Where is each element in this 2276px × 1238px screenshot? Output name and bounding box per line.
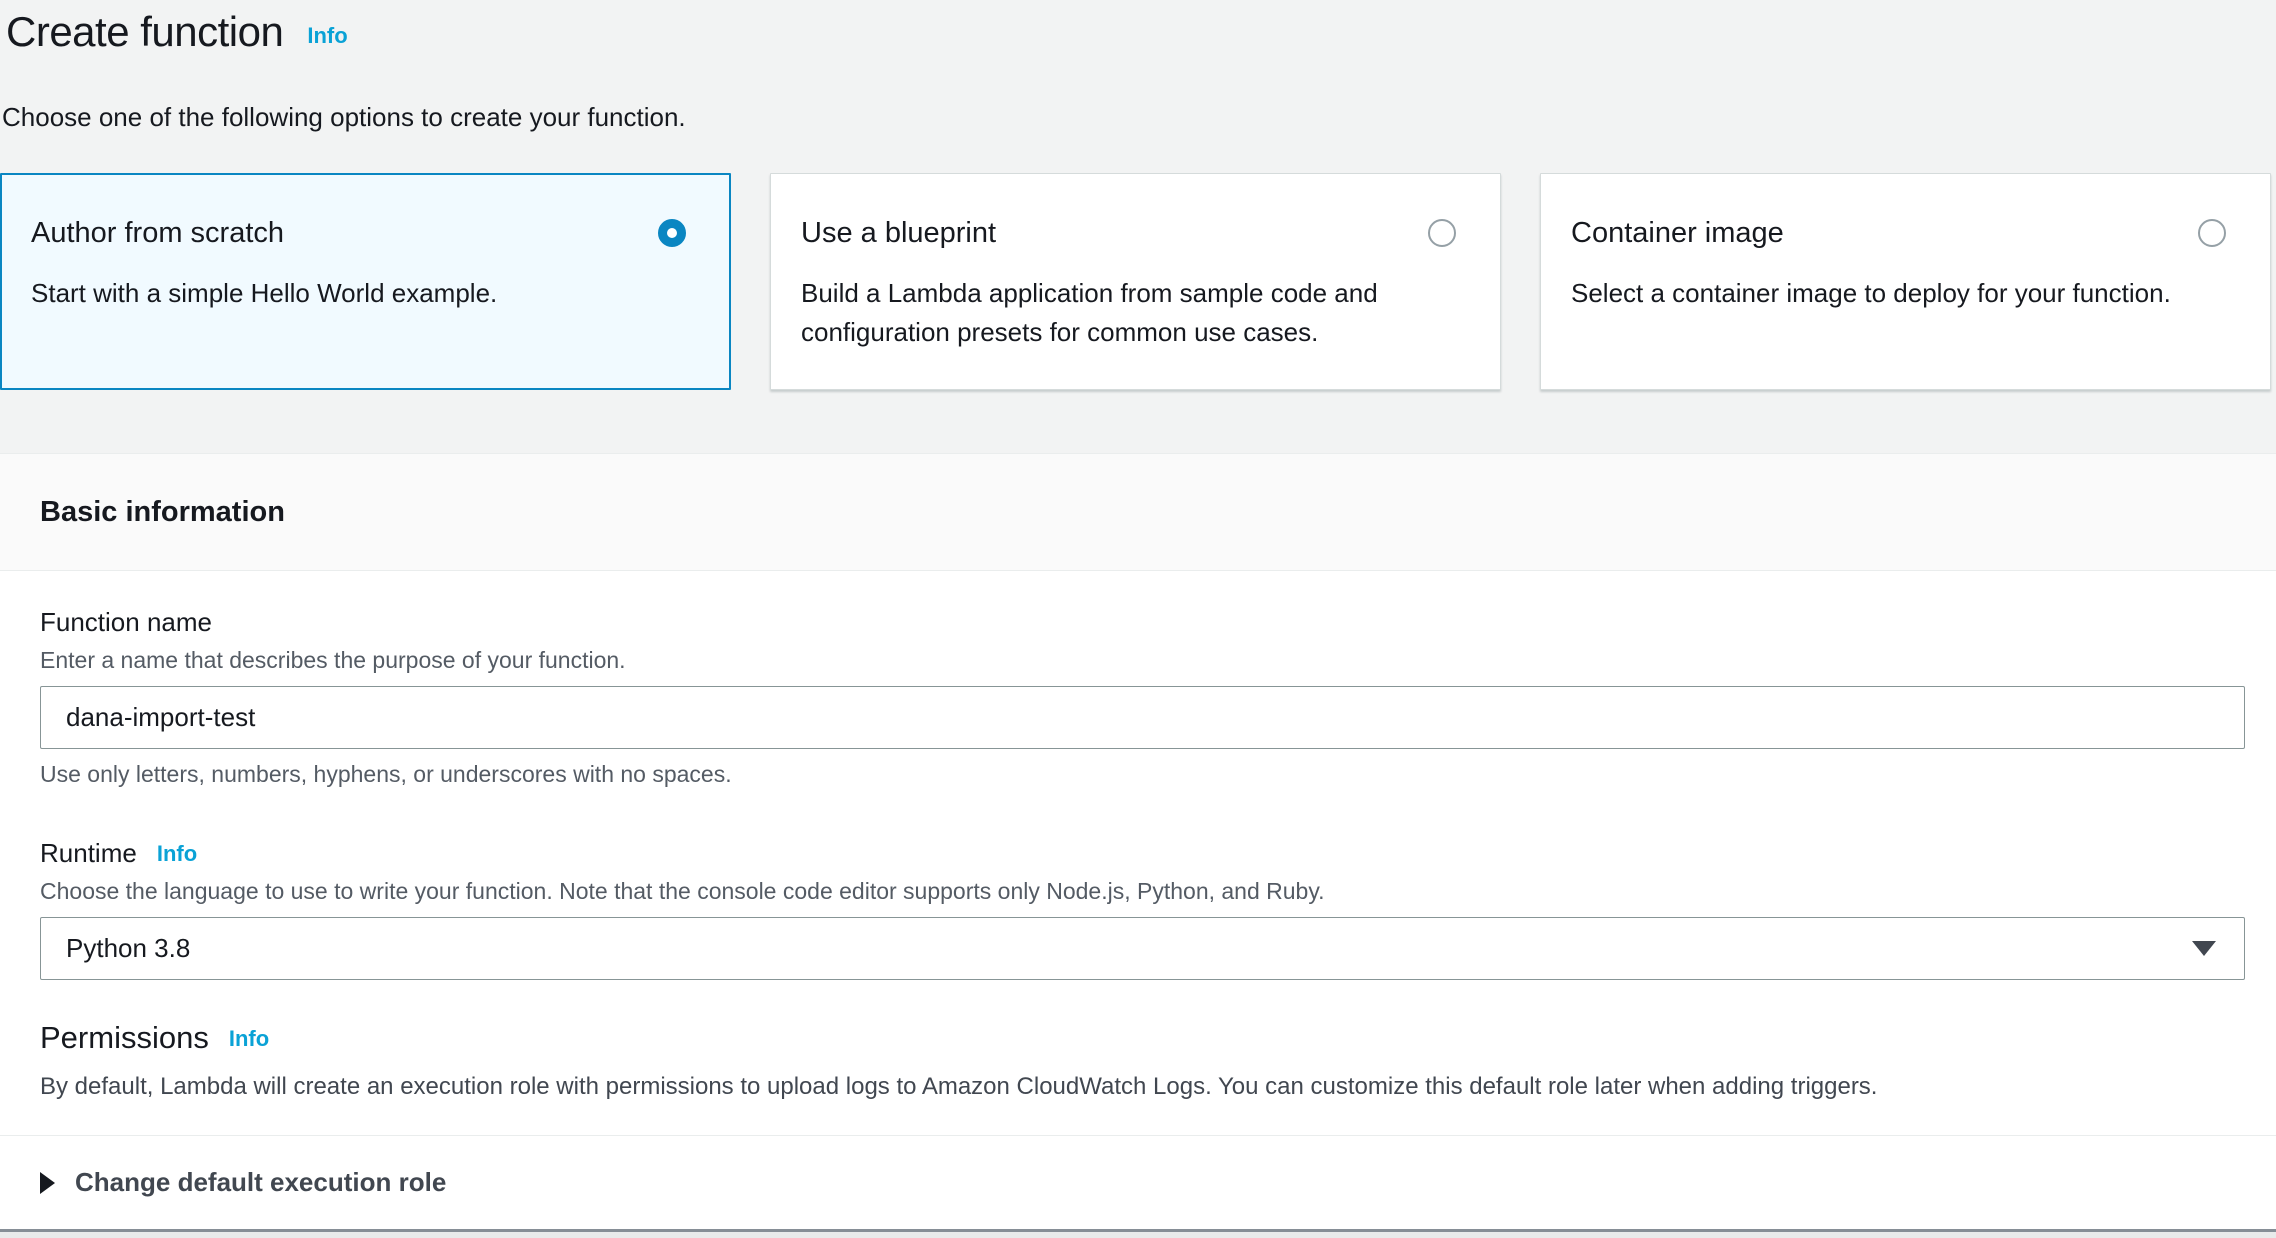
permissions-heading: Permissions [40,1020,209,1056]
page-title-row: Create function Info [6,6,2276,58]
page-subtitle: Choose one of the following options to c… [2,102,2276,133]
runtime-info-wrap: Info [157,841,197,867]
page-title-info-wrap: Info [307,23,347,49]
permissions-info-link[interactable]: Info [229,1026,269,1051]
card-container-image-description: Select a container image to deploy for y… [1571,274,2221,313]
card-use-a-blueprint[interactable]: Use a blueprint Build a Lambda applicati… [770,173,1501,390]
runtime-select[interactable]: Python 3.8 [40,917,2245,980]
basic-information-header: Basic information [0,453,2276,571]
creation-option-cards: Author from scratch Start with a simple … [0,173,2276,390]
function-name-constraint: Use only letters, numbers, hyphens, or u… [40,761,2236,788]
card-use-a-blueprint-title: Use a blueprint [801,216,996,250]
runtime-field: Runtime Info Choose the language to use … [40,838,2236,980]
function-name-label-row: Function name [40,607,2236,637]
function-name-field: Function name Enter a name that describe… [40,607,2236,788]
bottom-tail-strip [0,1232,2276,1238]
runtime-label: Runtime [40,838,137,868]
create-function-page: Create function Info Choose one of the f… [0,0,2276,1238]
change-default-execution-role-label: Change default execution role [75,1167,446,1198]
card-container-image-head: Container image [1571,216,2240,250]
card-author-from-scratch-head: Author from scratch [31,216,700,250]
card-use-a-blueprint-description: Build a Lambda application from sample c… [801,274,1451,352]
card-author-from-scratch[interactable]: Author from scratch Start with a simple … [0,173,731,390]
page-title-info-link[interactable]: Info [307,23,347,48]
permissions-description: By default, Lambda will create an execut… [40,1072,2236,1101]
dropdown-caret-icon [2192,941,2216,956]
page-header-section: Create function Info Choose one of the f… [0,0,2276,453]
basic-information-body: Function name Enter a name that describe… [0,571,2276,1135]
permissions-heading-row: Permissions Info [40,1020,2236,1056]
function-name-description: Enter a name that describes the purpose … [40,647,2236,674]
function-name-input[interactable] [40,686,2245,749]
basic-information-heading: Basic information [40,496,285,529]
card-use-a-blueprint-head: Use a blueprint [801,216,1470,250]
runtime-info-link[interactable]: Info [157,841,197,866]
card-container-image-title: Container image [1571,216,1784,250]
runtime-select-value: Python 3.8 [66,933,190,964]
permissions-info-wrap: Info [229,1026,269,1052]
permissions-section: Permissions Info By default, Lambda will… [40,1020,2236,1101]
page-title: Create function [6,6,283,58]
expand-caret-icon [40,1172,55,1194]
card-container-image[interactable]: Container image Select a container image… [1540,173,2271,390]
container-image-radio-icon[interactable] [2198,219,2226,247]
change-default-execution-role-expander[interactable]: Change default execution role [0,1136,2276,1229]
runtime-description: Choose the language to use to write your… [40,878,2236,905]
author-from-scratch-radio-selected-icon[interactable] [658,219,686,247]
runtime-label-row: Runtime Info [40,838,2236,868]
use-a-blueprint-radio-icon[interactable] [1428,219,1456,247]
card-author-from-scratch-title: Author from scratch [31,216,284,250]
function-name-label: Function name [40,607,212,637]
card-author-from-scratch-description: Start with a simple Hello World example. [31,274,681,313]
